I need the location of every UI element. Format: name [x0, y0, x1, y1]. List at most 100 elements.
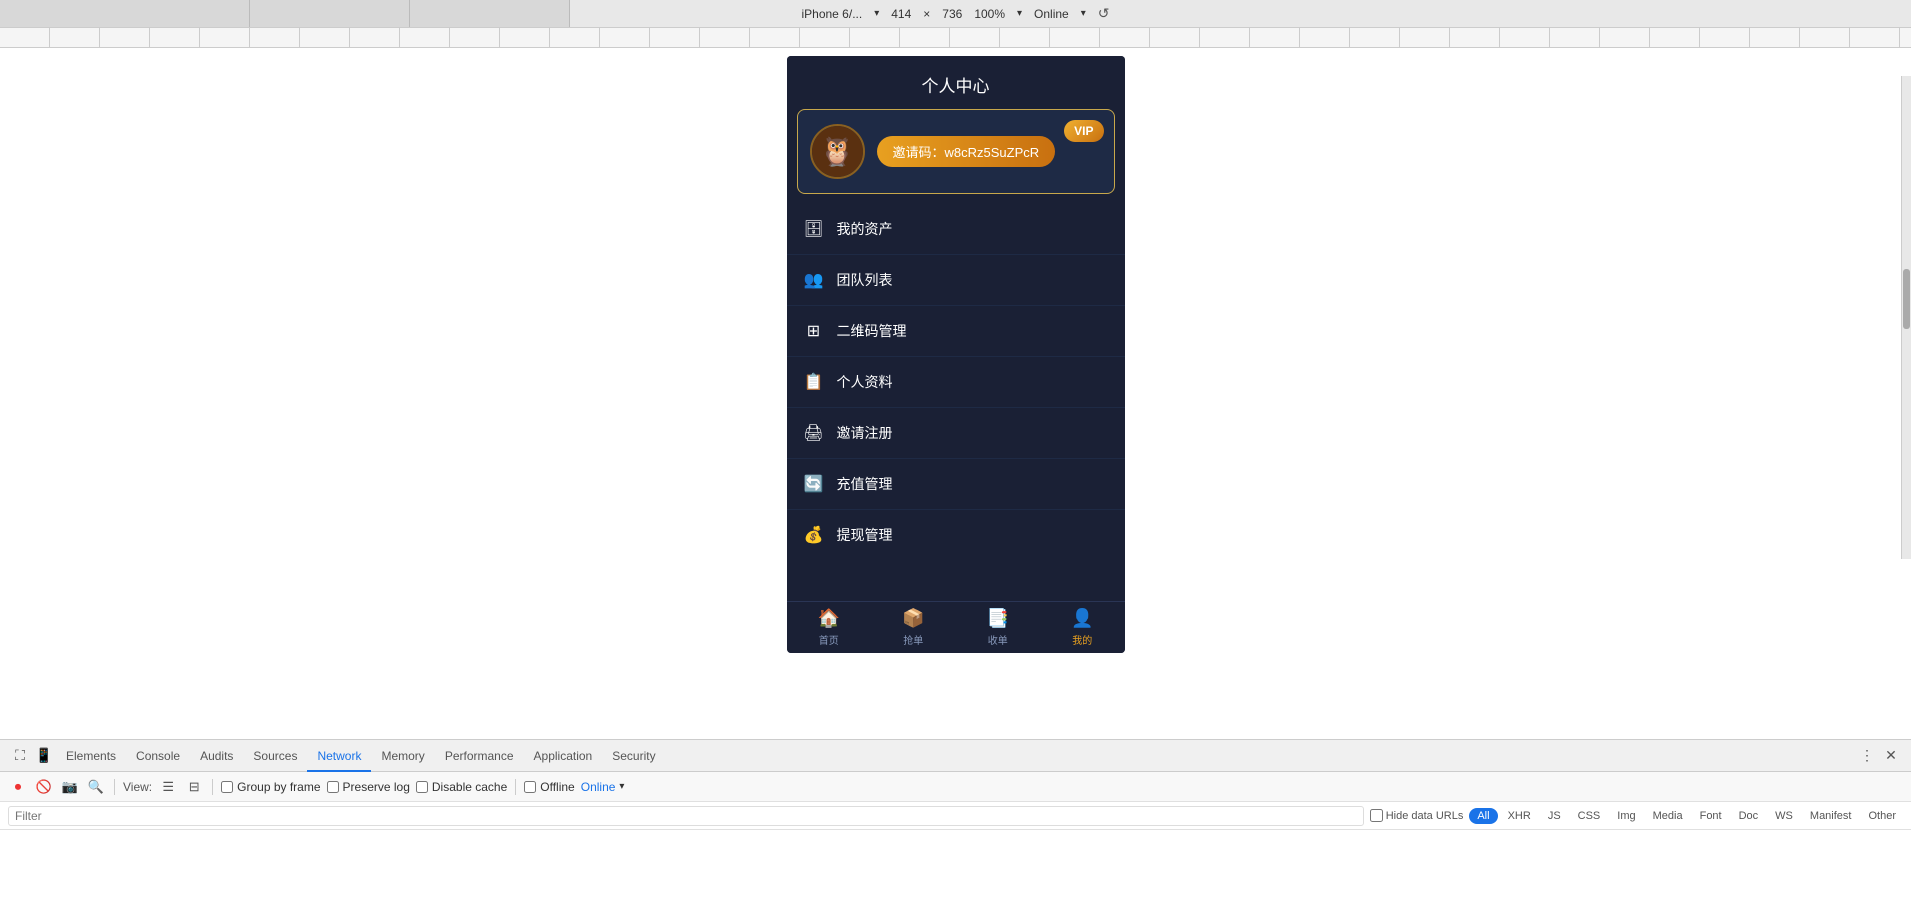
home-icon: 🏠 [818, 608, 840, 629]
dimension-x: × [923, 7, 930, 21]
tab-elements[interactable]: Elements [56, 740, 126, 772]
group-by-frame-label: Group by frame [237, 780, 320, 794]
device-name[interactable]: iPhone 6/... [801, 7, 862, 21]
assets-icon: 🗄 [803, 218, 825, 240]
team-icon: 👥 [803, 269, 825, 291]
view-large-btn[interactable]: ⊟ [184, 777, 204, 797]
main-content-area: 个人中心 🦉 邀请码：w8cRz5SuZPcR VIP 🗄 我的资产 👥 团队列… [0, 48, 1911, 739]
tab-network[interactable]: Network [307, 740, 371, 772]
tab-audits[interactable]: Audits [190, 740, 243, 772]
tab-application[interactable]: Application [524, 740, 603, 772]
hide-data-urls-label: Hide data URLs [1386, 810, 1464, 822]
filter-tag-media[interactable]: Media [1646, 807, 1690, 825]
tab-grab[interactable]: 📦 抢单 [871, 608, 956, 647]
filter-tag-doc[interactable]: Doc [1732, 807, 1766, 825]
tab-mine[interactable]: 👤 我的 [1040, 608, 1125, 647]
device-width: 414 [891, 7, 911, 21]
record-btn[interactable]: ⏺ [8, 777, 28, 797]
menu-item-qrcode[interactable]: ⊞ 二维码管理 [787, 306, 1125, 357]
receive-icon: 📑 [987, 608, 1009, 629]
ruler-bar [0, 28, 1911, 48]
separator-3 [515, 779, 516, 795]
invite-code-badge: 邀请码：w8cRz5SuZPcR [877, 136, 1056, 167]
zoom-level[interactable]: 100% [974, 7, 1005, 21]
qrcode-icon: ⊞ [803, 320, 825, 342]
avatar-image: 🦉 [812, 126, 863, 177]
filter-input[interactable] [8, 806, 1364, 826]
invite-icon: 🖨 [803, 422, 825, 444]
screenshot-btn[interactable]: 📷 [60, 777, 80, 797]
menu-label-profile: 个人资料 [837, 372, 893, 392]
scrollbar-thumb[interactable] [1903, 269, 1910, 329]
separator-1 [114, 779, 115, 795]
tab-grab-label: 抢单 [903, 632, 923, 647]
right-scrollbar[interactable] [1901, 76, 1911, 559]
refresh-icon[interactable]: ↺ [1098, 5, 1110, 22]
separator-2 [212, 779, 213, 795]
filter-tag-img[interactable]: Img [1610, 807, 1642, 825]
group-by-frame-checkbox[interactable] [221, 781, 233, 793]
devtools-more-btn[interactable]: ⋮ [1855, 744, 1879, 768]
menu-label-qrcode: 二维码管理 [837, 321, 907, 341]
device-dropdown-arrow[interactable]: ▾ [874, 8, 879, 19]
online-group: Online ▾ [581, 780, 625, 794]
menu-label-team: 团队列表 [837, 270, 893, 290]
view-list-btn[interactable]: ☰ [158, 777, 178, 797]
disable-cache-checkbox[interactable] [416, 781, 428, 793]
profile-icon: 📋 [803, 371, 825, 393]
menu-list: 🗄 我的资产 👥 团队列表 ⊞ 二维码管理 📋 个人资料 🖨 邀请注册 🔄 [787, 204, 1125, 560]
menu-item-invite[interactable]: 🖨 邀请注册 [787, 408, 1125, 459]
clear-btn[interactable]: 🚫 [34, 777, 54, 797]
tab-home[interactable]: 🏠 首页 [787, 608, 872, 647]
ruler-fill [0, 28, 1911, 47]
hide-data-urls-checkbox[interactable] [1370, 809, 1383, 822]
online-dropdown[interactable]: ▾ [619, 781, 624, 792]
filter-tag-css[interactable]: CSS [1571, 807, 1608, 825]
filter-tag-manifest[interactable]: Manifest [1803, 807, 1859, 825]
zoom-dropdown[interactable]: ▾ [1017, 8, 1022, 19]
group-by-frame-group: Group by frame [221, 780, 320, 794]
mine-icon: 👤 [1071, 608, 1093, 629]
offline-checkbox[interactable] [524, 781, 536, 793]
tab-memory[interactable]: Memory [371, 740, 434, 772]
devtools-close-btn[interactable]: ✕ [1879, 744, 1903, 768]
preserve-log-checkbox[interactable] [327, 781, 339, 793]
vip-badge: VIP [1064, 120, 1103, 142]
grab-icon: 📦 [902, 608, 924, 629]
devtools-panel: ⛶ 📱 Elements Console Audits Sources Netw… [0, 739, 1911, 919]
tab-sources[interactable]: Sources [243, 740, 307, 772]
network-dropdown[interactable]: ▾ [1081, 8, 1086, 19]
filter-tag-other[interactable]: Other [1861, 807, 1903, 825]
tab-console[interactable]: Console [126, 740, 190, 772]
tab-mine-label: 我的 [1072, 632, 1092, 647]
online-label[interactable]: Online [581, 780, 616, 794]
tab-security[interactable]: Security [602, 740, 665, 772]
hide-data-urls-group: Hide data URLs [1370, 809, 1464, 822]
filter-tag-all[interactable]: All [1469, 808, 1497, 824]
filter-tag-font[interactable]: Font [1693, 807, 1729, 825]
phone-frame: 个人中心 🦉 邀请码：w8cRz5SuZPcR VIP 🗄 我的资产 👥 团队列… [787, 56, 1125, 653]
menu-item-withdraw[interactable]: 💰 提现管理 [787, 510, 1125, 560]
network-status[interactable]: Online [1034, 7, 1069, 21]
menu-item-team[interactable]: 👥 团队列表 [787, 255, 1125, 306]
filter-tag-ws[interactable]: WS [1768, 807, 1800, 825]
devtools-device-btn[interactable]: 📱 [32, 744, 56, 768]
tab-receive[interactable]: 📑 收单 [956, 608, 1041, 647]
device-bar: iPhone 6/... ▾ 414 × 736 100% ▾ Online ▾… [0, 0, 1911, 28]
profile-card: 🦉 邀请码：w8cRz5SuZPcR VIP [797, 109, 1115, 194]
tab-performance[interactable]: Performance [435, 740, 524, 772]
menu-item-assets[interactable]: 🗄 我的资产 [787, 204, 1125, 255]
filter-tag-js[interactable]: JS [1541, 807, 1568, 825]
disable-cache-label: Disable cache [432, 780, 507, 794]
device-height: 736 [942, 7, 962, 21]
offline-label: Offline [540, 780, 574, 794]
withdraw-icon: 💰 [803, 524, 825, 546]
filter-tag-xhr[interactable]: XHR [1501, 807, 1538, 825]
tab-receive-label: 收单 [988, 632, 1008, 647]
devtools-inspect-btn[interactable]: ⛶ [8, 744, 32, 768]
tab-bar: 🏠 首页 📦 抢单 📑 收单 👤 我的 [787, 601, 1125, 653]
menu-item-recharge[interactable]: 🔄 充值管理 [787, 459, 1125, 510]
menu-item-profile[interactable]: 📋 个人资料 [787, 357, 1125, 408]
tab-home-label: 首页 [819, 632, 839, 647]
filter-btn[interactable]: 🔍 [86, 777, 106, 797]
